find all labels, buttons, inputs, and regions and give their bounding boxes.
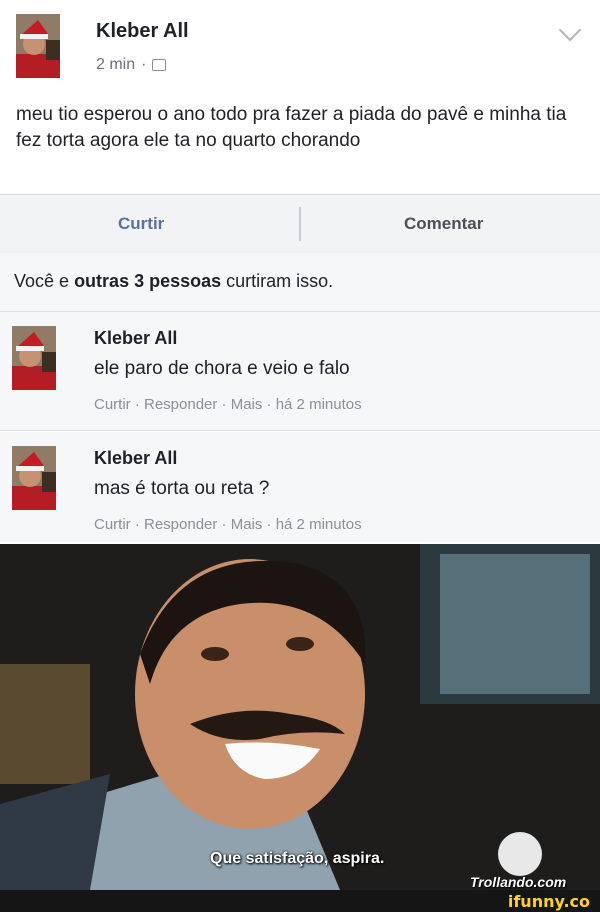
- comment-actions[interactable]: Curtir · Responder · Mais · há 2 minutos: [94, 396, 362, 413]
- separator: ·: [141, 56, 147, 73]
- likes-summary: Você e outras 3 pessoas curtiram isso.: [0, 253, 600, 312]
- comment-author-name[interactable]: Kleber All: [94, 328, 177, 349]
- post-action-bar: Curtir Comentar: [0, 194, 600, 254]
- likes-suffix: curtiram isso.: [226, 271, 334, 291]
- post-author-name[interactable]: Kleber All: [96, 20, 189, 43]
- like-button[interactable]: Curtir: [118, 195, 164, 253]
- meme-image: Que satisfação, aspira. Trollando.com: [0, 544, 600, 890]
- ifunny-footer: ifunny.co: [0, 890, 600, 912]
- comment-author-name[interactable]: Kleber All: [94, 448, 177, 469]
- avatar[interactable]: [16, 14, 60, 78]
- likes-text[interactable]: Você e outras 3 pessoas curtiram isso.: [14, 271, 333, 292]
- divider: [299, 207, 301, 241]
- chevron-down-icon[interactable]: [558, 18, 582, 42]
- comment-button[interactable]: Comentar: [404, 195, 483, 253]
- post-time[interactable]: 2 min: [96, 56, 135, 74]
- trollando-watermark: Trollando.com: [470, 874, 567, 890]
- avatar[interactable]: [12, 326, 56, 390]
- comment-text: mas é torta ou reta ?: [94, 478, 270, 499]
- comment: Kleber All mas é torta ou reta ? Curtir …: [0, 432, 600, 542]
- movie-still: [0, 544, 600, 890]
- likes-count[interactable]: outras 3 pessoas: [74, 271, 221, 291]
- post-meta: 2 min ·: [96, 56, 167, 74]
- comment-text: ele paro de chora e veio e falo: [94, 358, 350, 379]
- avatar[interactable]: [12, 446, 56, 510]
- comment-actions[interactable]: Curtir · Responder · Mais · há 2 minutos: [94, 516, 362, 533]
- post-text: meu tio esperou o ano todo pra fazer a p…: [16, 104, 567, 151]
- comment: Kleber All ele paro de chora e veio e fa…: [0, 312, 600, 431]
- ifunny-logo: ifunny.co: [507, 892, 590, 911]
- privacy-icon: [152, 59, 167, 71]
- meme-subtitle: Que satisfação, aspira.: [210, 850, 385, 867]
- facebook-post: Kleber All 2 min · meu tio esperou o ano…: [0, 0, 600, 190]
- likes-prefix: Você e: [14, 271, 70, 291]
